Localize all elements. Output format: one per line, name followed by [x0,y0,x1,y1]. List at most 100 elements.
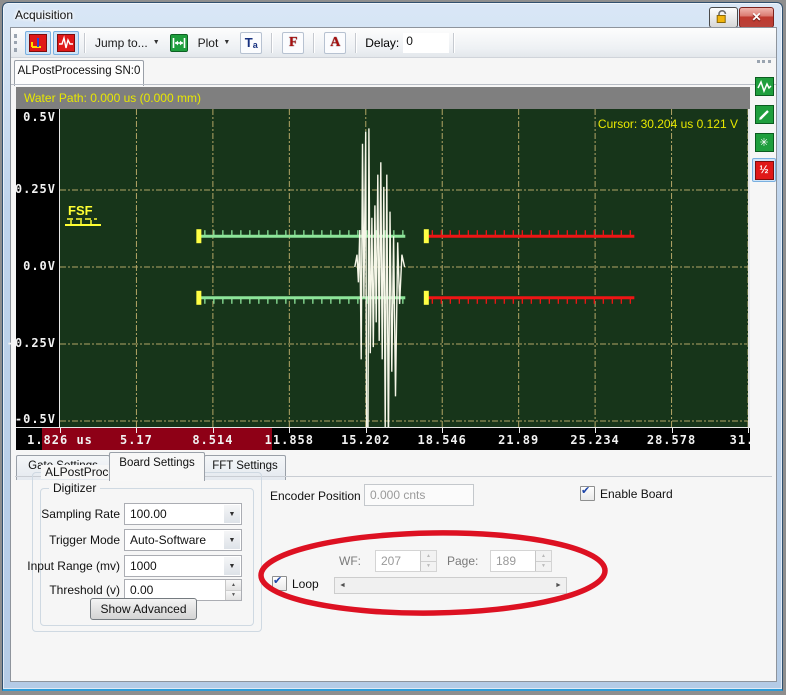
horizontal-fit-icon [169,33,188,52]
loop-checkbox[interactable]: ✔ Loop [272,575,319,591]
toolbar: Jump to... ▼ Plot ▼ Ta F A Delay: 0 [11,28,776,58]
page-spinner: 189 ▲ ▼ [490,550,552,572]
chevron-down-icon[interactable]: ▼ [224,531,240,549]
waveform-display-button[interactable] [53,30,79,55]
y-tick-label: -0.5V [14,412,56,426]
x-tick-label: 11.858 [264,433,314,447]
gate-start-marker[interactable] [423,229,429,244]
ascan-plot[interactable]: 0.5V 0.25V 0.0V -0.25V -0.5V FSF Cursor: 30.… [7,109,750,450]
chevron-down-icon[interactable]: ▼ [224,505,240,523]
chevron-down-icon: ▼ [223,39,231,46]
encoder-position-label: Encoder Position [270,489,361,503]
waveform-icon [57,33,75,52]
spinner-buttons: ▲ ▼ [535,551,551,571]
cursor-readout: Cursor: 30.204 us 0.121 V [597,117,738,131]
plot-canvas[interactable]: FSF Cursor: 30.204 us 0.121 V [60,109,750,427]
close-button[interactable]: ✕ [739,7,774,28]
x-tick-label: 15.202 [341,433,391,447]
check-icon: ✔ [581,485,591,497]
spin-up-icon: ▲ [226,580,241,591]
ascan-button[interactable]: A [320,31,350,55]
close-icon: ✕ [751,10,762,24]
gate-icon [29,33,47,52]
half-scale-icon: ½ [754,160,774,180]
wf-label: WF: [339,554,361,568]
spin-down-icon: ▼ [226,590,241,600]
toolbar-separator [355,32,358,53]
loop-label: Loop [292,576,319,591]
enable-board-checkbox[interactable]: ✔ Enable Board [580,485,673,501]
x-tick-label: 21.89 [498,433,540,447]
wf-spinner: 207 ▲ ▼ [375,550,437,572]
x-tick-label: 8.514 [192,433,234,447]
water-path-status: Water Path: 0.000 us (0.000 mm) [16,87,750,109]
scrollbar-track[interactable] [350,578,551,593]
acquisition-window: Acquisition ✕ Jump to... ▼ Plot ▼ T a F … [2,2,783,691]
y-tick-label: 0.25V [14,182,56,196]
loop-scrollbar[interactable]: ◄ ► [334,577,567,594]
fft-button[interactable]: F [278,31,308,55]
chevron-down-icon: ▼ [152,39,160,46]
enable-board-label: Enable Board [600,486,673,501]
toolbar-separator [313,32,316,53]
side-toolbar-grip[interactable] [757,60,771,66]
fit-horizontal-button[interactable] [166,31,192,55]
check-icon: ✔ [273,575,283,587]
jump-to-dropdown[interactable]: Jump to... ▼ [91,31,164,55]
lock-button[interactable] [709,7,738,28]
spin-up-icon: ▲ [421,551,436,562]
tab-board-settings[interactable]: Board Settings [109,452,205,481]
fsf-label: FSF [68,203,93,218]
plot-dropdown[interactable]: Plot ▼ [194,31,235,55]
clear-button[interactable]: ✳ [752,130,776,154]
gate-start-marker[interactable] [196,290,202,305]
text-annotation-button[interactable]: Ta [236,31,266,55]
text-label-icon: Ta [240,31,263,54]
scroll-left-icon[interactable]: ◄ [335,578,350,593]
trigger-mode-label: Trigger Mode [49,533,120,547]
spinner-buttons[interactable]: ▲ ▼ [225,580,241,600]
page-label: Page: [447,554,479,568]
y-tick-label: -0.25V [6,336,56,350]
input-range-select[interactable]: 1000 ▼ [124,555,242,577]
spin-up-icon: ▲ [536,551,551,562]
checkbox-box[interactable]: ✔ [272,575,287,591]
wave-view-button[interactable] [752,74,776,98]
delay-input[interactable]: 0 [403,32,450,53]
annotation-ellipse [258,530,608,616]
encoder-position-field: 0.000 cnts [364,484,474,506]
ascan-icon: A [324,31,347,54]
sampling-rate-label: Sampling Rate [41,507,120,521]
checkbox-box[interactable]: ✔ [580,485,595,501]
toolbar-separator [453,32,456,53]
delay-label: Delay: [365,35,400,50]
pencil-icon [754,104,774,124]
half-scale-button[interactable]: ½ [752,158,776,182]
x-tick-label: 28.578 [646,433,697,447]
draw-button[interactable] [752,102,776,126]
titlebar[interactable]: Acquisition ✕ [3,3,782,28]
y-tick-label: 0.5V [23,110,56,124]
fft-icon: F [282,31,305,54]
scroll-right-icon[interactable]: ► [551,578,566,593]
lock-icon [716,10,727,23]
plot-label: Plot [197,35,219,50]
spin-down-icon: ▼ [421,561,436,571]
gate-start-marker[interactable] [423,290,429,305]
spinner-buttons: ▲ ▼ [420,551,436,571]
gate-start-marker[interactable] [196,229,202,244]
x-tick-label: 31. [729,433,750,447]
chevron-down-icon[interactable]: ▼ [224,557,240,575]
show-advanced-button[interactable]: Show Advanced [90,598,197,620]
sampling-rate-select[interactable]: 100.00 ▼ [124,503,242,525]
y-tick-label: 0.0V [23,259,56,273]
x-axis: 1.826 us 5.17 8.514 11.858 15.202 18.546 21.89… [16,428,750,450]
threshold-label: Threshold (v) [49,583,120,597]
wave-view-icon [754,76,774,96]
toolbar-grip[interactable] [14,33,20,52]
gate-display-button[interactable] [25,30,51,55]
input-range-label: Input Range (mv) [27,559,120,573]
tab-alpostprocessing[interactable]: ALPostProcessing SN:0 [14,60,144,86]
trigger-mode-select[interactable]: Auto-Software ▼ [124,529,242,551]
tabstrip-line [11,84,776,85]
